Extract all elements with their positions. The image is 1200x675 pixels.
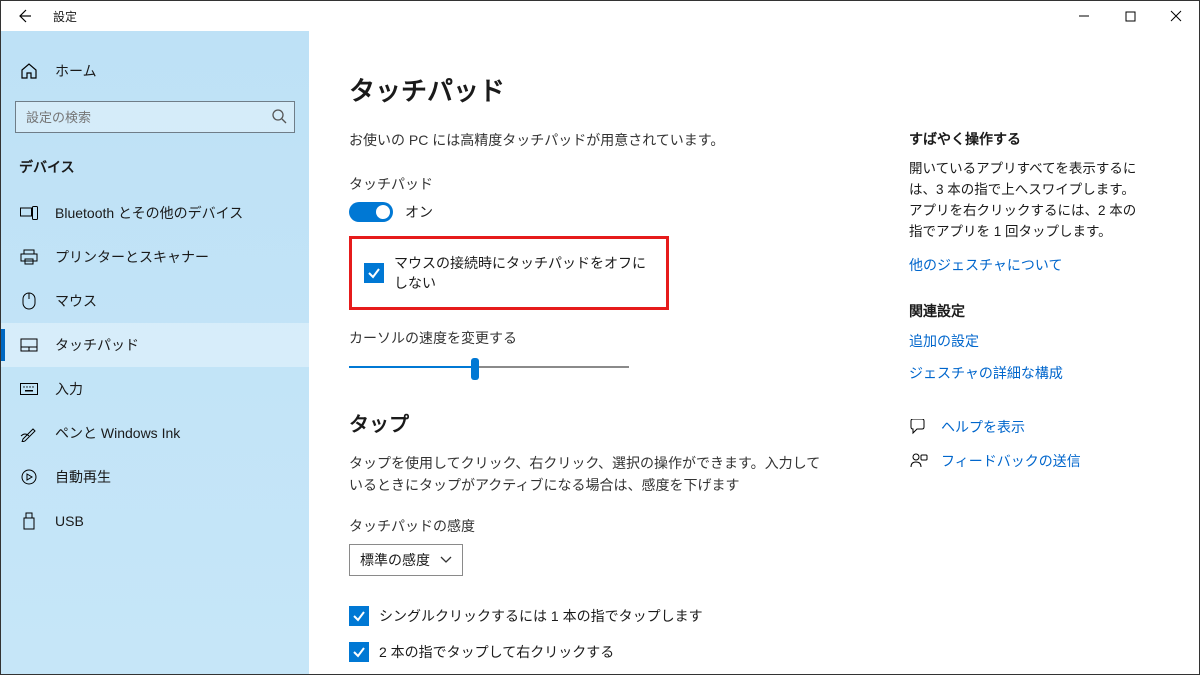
send-feedback-link[interactable]: フィードバックの送信 (909, 451, 1139, 471)
sidebar-item-touchpad[interactable]: タッチパッド (1, 323, 309, 367)
checkbox-label: 2 本の指でタップして右クリックする (379, 642, 614, 662)
toggle-knob (376, 205, 390, 219)
sidebar-item-label: 自動再生 (55, 467, 111, 487)
quick-actions-text: 開いているアプリすべてを表示するには、3 本の指で上へスワイプします。アプリを右… (909, 159, 1139, 243)
slider-label: カーソルの速度を変更する (349, 328, 909, 348)
checkbox-icon (364, 263, 384, 283)
devices-icon (19, 203, 39, 223)
main-content: タッチパッド お使いの PC には高精度タッチパッドが用意されています。 タッチ… (349, 71, 909, 674)
chevron-down-icon (440, 556, 452, 564)
touchpad-toggle[interactable] (349, 202, 393, 222)
arrow-left-icon (16, 8, 32, 24)
related-settings-heading: 関連設定 (909, 301, 1139, 321)
tap-description: タップを使用してクリック、右クリック、選択の操作ができます。入力しているときにタ… (349, 453, 829, 496)
checkbox-two-finger-tap[interactable]: 2 本の指でタップして右クリックする (349, 642, 909, 662)
home-icon (19, 61, 39, 81)
help-label: ヘルプを表示 (941, 417, 1025, 437)
printer-icon (19, 247, 39, 267)
checkbox-icon (349, 642, 369, 662)
sidebar-item-autoplay[interactable]: 自動再生 (1, 455, 309, 499)
sidebar-item-label: 入力 (55, 379, 83, 399)
sensitivity-label: タッチパッドの感度 (349, 516, 909, 536)
checkbox-label: シングルクリックするには 1 本の指でタップします (379, 606, 703, 626)
sidebar-home[interactable]: ホーム (1, 53, 309, 89)
sidebar-item-label: Bluetooth とその他のデバイス (55, 203, 243, 223)
sidebar-item-printers[interactable]: プリンターとスキャナー (1, 235, 309, 279)
slider-thumb (471, 358, 479, 380)
minimize-button[interactable] (1061, 1, 1107, 31)
page-description: お使いの PC には高精度タッチパッドが用意されています。 (349, 130, 909, 150)
titlebar: 設定 (1, 1, 1199, 31)
right-pane: すばやく操作する 開いているアプリすべてを表示するには、3 本の指で上へスワイプ… (909, 71, 1159, 674)
checkbox-icon (349, 606, 369, 626)
highlighted-option: マウスの接続時にタッチパッドをオフにしない (349, 236, 669, 310)
back-button[interactable] (1, 1, 47, 31)
checkbox-mouse-connected[interactable]: マウスの接続時にタッチパッドをオフにしない (364, 253, 654, 293)
get-help-link[interactable]: ヘルプを表示 (909, 417, 1139, 437)
sidebar-item-bluetooth[interactable]: Bluetooth とその他のデバイス (1, 191, 309, 235)
sidebar-item-label: ペンと Windows Ink (55, 423, 180, 443)
sensitivity-select[interactable]: 標準の感度 (349, 544, 463, 576)
search-input[interactable] (15, 101, 295, 133)
feedback-label: フィードバックの送信 (941, 451, 1081, 471)
sidebar-item-label: タッチパッド (55, 335, 139, 355)
sidebar-item-typing[interactable]: 入力 (1, 367, 309, 411)
sidebar-item-usb[interactable]: USB (1, 499, 309, 543)
sidebar-item-label: マウス (55, 291, 97, 311)
toggle-state-label: オン (405, 202, 433, 222)
page-title: タッチパッド (349, 71, 909, 108)
window-title: 設定 (53, 8, 77, 25)
minimize-icon (1078, 10, 1090, 22)
touchpad-icon (19, 335, 39, 355)
sidebar-item-pen[interactable]: ペンと Windows Ink (1, 411, 309, 455)
select-value: 標準の感度 (360, 550, 430, 570)
sidebar-home-label: ホーム (55, 61, 97, 81)
sidebar-section-label: デバイス (1, 151, 309, 191)
keyboard-icon (19, 379, 39, 399)
sidebar-item-mouse[interactable]: マウス (1, 279, 309, 323)
touchpad-toggle-label: タッチパッド (349, 174, 909, 194)
sidebar-item-label: USB (55, 513, 84, 529)
checkbox-label: マウスの接続時にタッチパッドをオフにしない (394, 253, 654, 293)
pen-icon (19, 423, 39, 443)
checkbox-single-tap[interactable]: シングルクリックするには 1 本の指でタップします (349, 606, 909, 626)
maximize-button[interactable] (1107, 1, 1153, 31)
close-icon (1170, 10, 1182, 22)
cursor-speed-slider[interactable] (349, 356, 629, 380)
search-icon (271, 108, 287, 127)
maximize-icon (1125, 11, 1136, 22)
tap-heading: タップ (349, 408, 909, 437)
autoplay-icon (19, 467, 39, 487)
mouse-icon (19, 291, 39, 311)
gesture-config-link[interactable]: ジェスチャの詳細な構成 (909, 363, 1139, 383)
feedback-icon (909, 451, 929, 471)
help-icon (909, 417, 929, 437)
usb-icon (19, 511, 39, 531)
quick-actions-heading: すばやく操作する (909, 129, 1139, 149)
other-gestures-link[interactable]: 他のジェスチャについて (909, 255, 1139, 275)
close-button[interactable] (1153, 1, 1199, 31)
sidebar: ホーム デバイス Bluetooth とその他のデバイス プリンターとスキャナー… (1, 31, 309, 674)
sidebar-item-label: プリンターとスキャナー (55, 247, 209, 267)
additional-settings-link[interactable]: 追加の設定 (909, 331, 1139, 351)
